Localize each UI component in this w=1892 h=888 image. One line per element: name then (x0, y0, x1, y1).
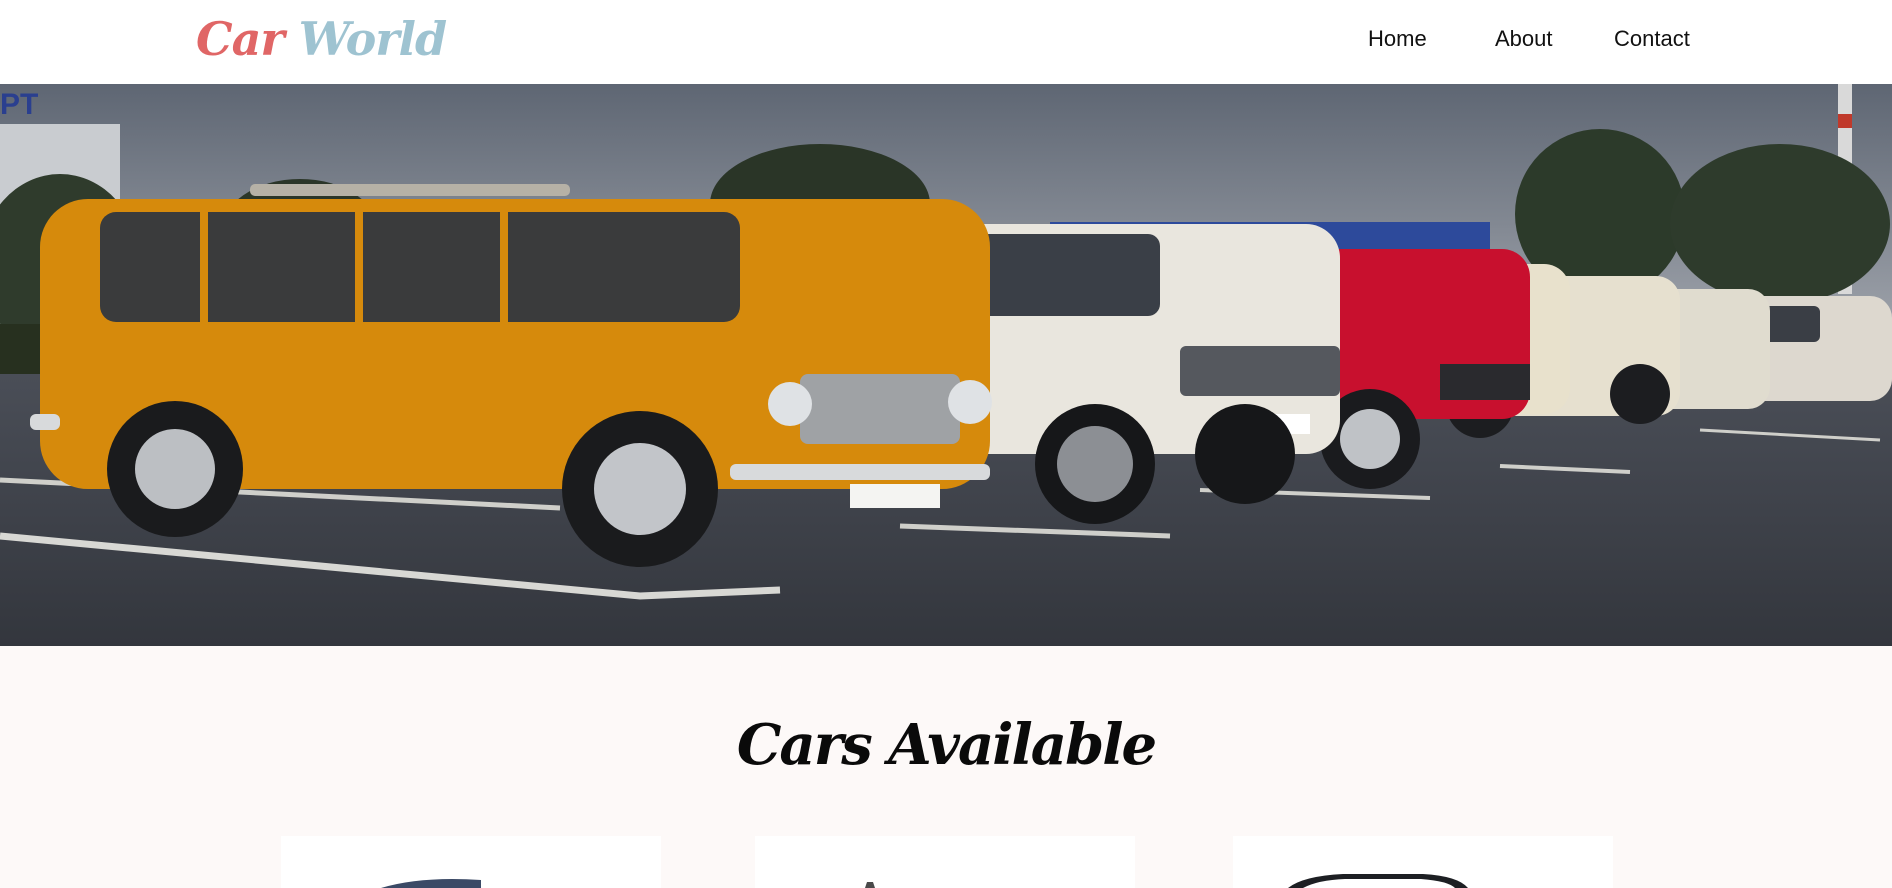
nav-link-about[interactable]: About (1495, 26, 1553, 52)
logo-world-text: World (298, 12, 447, 66)
cars-available-heading: Cars Available (736, 712, 1157, 778)
car-card-image (755, 836, 1135, 888)
car-card[interactable] (1233, 836, 1613, 888)
nav-link-contact[interactable]: Contact (1614, 26, 1690, 52)
hero-image: PT (0, 84, 1892, 646)
hero-banner: PT (0, 84, 1892, 646)
navbar: Car World Home About Contact (0, 0, 1892, 84)
car-card-image (281, 836, 661, 888)
site-logo[interactable]: Car World (196, 12, 447, 66)
nav-link-home[interactable]: Home (1368, 26, 1427, 52)
logo-car-text: Car (196, 12, 285, 66)
car-card[interactable] (755, 836, 1135, 888)
car-card-image (1233, 836, 1613, 888)
svg-text:PT: PT (0, 88, 38, 121)
car-card[interactable] (281, 836, 661, 888)
